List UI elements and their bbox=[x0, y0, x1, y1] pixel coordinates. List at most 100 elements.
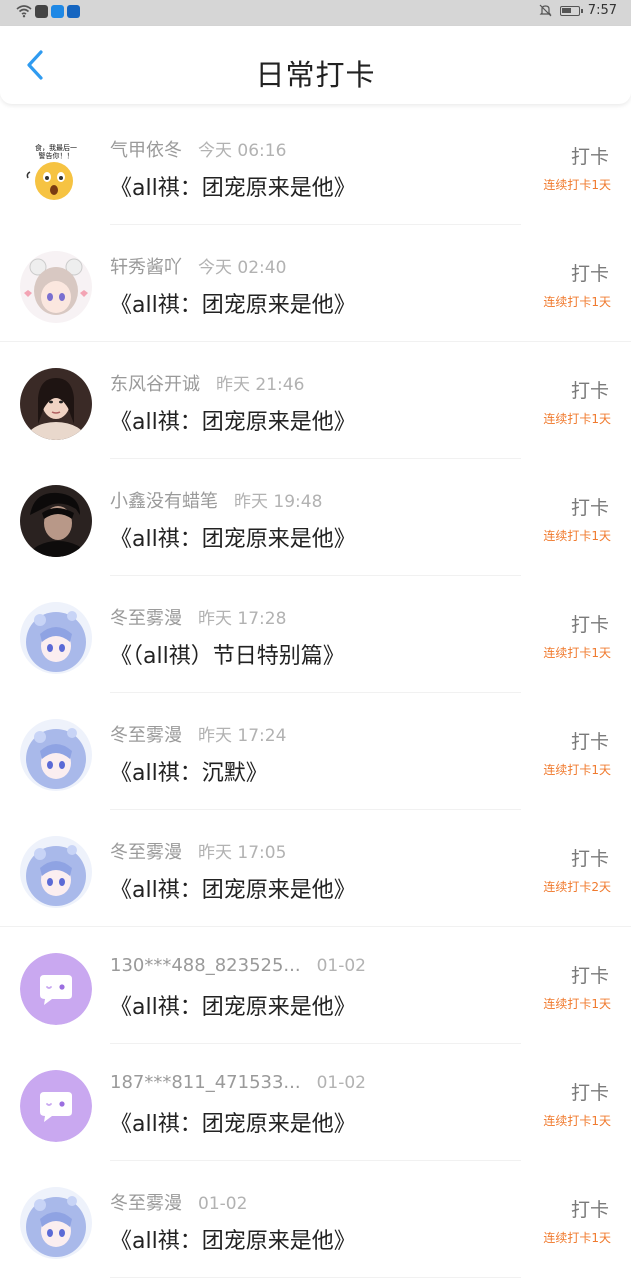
anime-girl-blue-hair-icon bbox=[20, 602, 92, 674]
avatar[interactable] bbox=[20, 1187, 92, 1259]
streak-label: 连续打卡1天 bbox=[543, 763, 611, 777]
username[interactable]: 东风谷开诚 bbox=[110, 374, 200, 395]
list-item[interactable]: 冬至雾漫 昨天 17:28 《（all祺）节日特别篇》 打卡 连续打卡1天 bbox=[0, 576, 631, 693]
username[interactable]: 130***488_823525... bbox=[110, 955, 301, 976]
timestamp: 01-02 bbox=[198, 1194, 248, 1214]
header: 日常打卡 bbox=[0, 26, 631, 104]
user-meta: 冬至雾漫 昨天 17:28 bbox=[110, 604, 286, 630]
mute-icon bbox=[539, 4, 552, 17]
user-meta: 130***488_823525... 01-02 bbox=[110, 955, 366, 976]
streak-label: 连续打卡1天 bbox=[543, 1114, 611, 1128]
book-title[interactable]: 《all祺：团宠原来是他》 bbox=[110, 1223, 356, 1255]
timestamp: 01-02 bbox=[316, 956, 366, 976]
timestamp: 昨天 19:48 bbox=[234, 492, 323, 512]
list-item[interactable]: 冬至雾漫 昨天 17:05 《all祺：团宠原来是他》 打卡 连续打卡2天 bbox=[0, 810, 631, 927]
svg-text:食，我最后一: 食，我最后一 bbox=[35, 143, 77, 152]
user-meta: 轩秀酱吖 今天 02:40 bbox=[110, 253, 286, 279]
user-meta: 冬至雾漫 昨天 17:05 bbox=[110, 838, 286, 864]
user-meta: 冬至雾漫 01-02 bbox=[110, 1189, 247, 1215]
username[interactable]: 冬至雾漫 bbox=[110, 1193, 182, 1214]
book-title[interactable]: 《all祺：团宠原来是他》 bbox=[110, 989, 356, 1021]
app-icon-2 bbox=[51, 5, 64, 18]
list-item[interactable]: 130***488_823525... 01-02 《all祺：团宠原来是他》 打… bbox=[0, 927, 631, 1044]
checkin-label: 打卡 bbox=[570, 380, 609, 402]
avatar[interactable] bbox=[20, 368, 92, 440]
avatar[interactable] bbox=[20, 719, 92, 791]
timestamp: 今天 02:40 bbox=[198, 258, 287, 278]
streak-label: 连续打卡1天 bbox=[543, 529, 611, 543]
user-meta: 气甲依冬 今天 06:16 bbox=[110, 136, 286, 162]
emoji-surprised-icon: 食，我最后一 警告你！！ bbox=[20, 134, 92, 206]
book-title[interactable]: 《（all祺）节日特别篇》 bbox=[110, 638, 345, 670]
checkin-label: 打卡 bbox=[570, 497, 609, 519]
battery-icon bbox=[559, 5, 583, 16]
username[interactable]: 气甲依冬 bbox=[110, 140, 182, 161]
list-item[interactable]: 冬至雾漫 01-02 《all祺：团宠原来是他》 打卡 连续打卡1天 bbox=[0, 1161, 631, 1278]
book-title[interactable]: 《all祺：团宠原来是他》 bbox=[110, 170, 356, 202]
avatar[interactable] bbox=[20, 602, 92, 674]
book-title[interactable]: 《all祺：团宠原来是他》 bbox=[110, 872, 356, 904]
checkin-list: 食，我最后一 警告你！！ 气甲依冬 今天 06:16 《all祺：团宠原来是他》 … bbox=[0, 108, 631, 1278]
username[interactable]: 冬至雾漫 bbox=[110, 725, 182, 746]
anime-girl-white-hair-icon bbox=[20, 251, 92, 323]
timestamp: 昨天 17:05 bbox=[198, 843, 287, 863]
avatar[interactable] bbox=[20, 251, 92, 323]
anime-girl-blue-hair-icon bbox=[20, 836, 92, 908]
streak-label: 连续打卡1天 bbox=[543, 997, 611, 1011]
checkin-label: 打卡 bbox=[570, 1199, 609, 1221]
book-title[interactable]: 《all祺：团宠原来是他》 bbox=[110, 521, 356, 553]
avatar[interactable]: 食，我最后一 警告你！！ bbox=[20, 134, 92, 206]
book-title[interactable]: 《all祺：沉默》 bbox=[110, 755, 268, 787]
user-meta: 东风谷开诚 昨天 21:46 bbox=[110, 370, 304, 396]
app-icon-3 bbox=[67, 5, 80, 18]
book-title[interactable]: 《all祺：团宠原来是他》 bbox=[110, 1106, 356, 1138]
page-title: 日常打卡 bbox=[255, 58, 376, 92]
username[interactable]: 小鑫没有蜡笔 bbox=[110, 491, 218, 512]
checkin-label: 打卡 bbox=[570, 146, 609, 168]
app-icon-1 bbox=[35, 5, 48, 18]
streak-label: 连续打卡1天 bbox=[543, 178, 611, 192]
checkin-label: 打卡 bbox=[570, 848, 609, 870]
wifi-icon bbox=[16, 5, 32, 18]
list-item[interactable]: 冬至雾漫 昨天 17:24 《all祺：沉默》 打卡 连续打卡1天 bbox=[0, 693, 631, 810]
streak-label: 连续打卡1天 bbox=[543, 646, 611, 660]
username[interactable]: 冬至雾漫 bbox=[110, 842, 182, 863]
user-meta: 小鑫没有蜡笔 昨天 19:48 bbox=[110, 487, 322, 513]
avatar[interactable] bbox=[20, 1070, 92, 1142]
checkin-label: 打卡 bbox=[570, 614, 609, 636]
status-right-icons: 7:57 bbox=[539, 3, 617, 18]
timestamp: 昨天 17:24 bbox=[198, 726, 287, 746]
list-item[interactable]: 187***811_471533... 01-02 《all祺：团宠原来是他》 打… bbox=[0, 1044, 631, 1161]
list-item[interactable]: 小鑫没有蜡笔 昨天 19:48 《all祺：团宠原来是他》 打卡 连续打卡1天 bbox=[0, 459, 631, 576]
username[interactable]: 187***811_471533... bbox=[110, 1072, 301, 1093]
anime-girl-blue-hair-icon bbox=[20, 719, 92, 791]
book-title[interactable]: 《all祺：团宠原来是他》 bbox=[110, 404, 356, 436]
timestamp: 昨天 17:28 bbox=[198, 609, 287, 629]
checkin-label: 打卡 bbox=[570, 965, 609, 987]
status-bar: 7:57 bbox=[0, 0, 631, 26]
avatar[interactable] bbox=[20, 485, 92, 557]
divider bbox=[110, 1277, 521, 1278]
status-time: 7:57 bbox=[587, 3, 617, 18]
book-title[interactable]: 《all祺：团宠原来是他》 bbox=[110, 287, 356, 319]
timestamp: 今天 06:16 bbox=[198, 141, 287, 161]
checkin-label: 打卡 bbox=[570, 263, 609, 285]
user-meta: 187***811_471533... 01-02 bbox=[110, 1072, 366, 1093]
avatar[interactable] bbox=[20, 836, 92, 908]
streak-label: 连续打卡1天 bbox=[543, 295, 611, 309]
avatar[interactable] bbox=[20, 953, 92, 1025]
list-item[interactable]: 食，我最后一 警告你！！ 气甲依冬 今天 06:16 《all祺：团宠原来是他》 … bbox=[0, 108, 631, 225]
svg-text:警告你！！: 警告你！！ bbox=[39, 151, 74, 160]
chat-bubble-icon bbox=[20, 953, 92, 1025]
streak-label: 连续打卡1天 bbox=[543, 412, 611, 426]
anime-girl-blue-hair-icon bbox=[20, 1187, 92, 1259]
user-meta: 冬至雾漫 昨天 17:24 bbox=[110, 721, 286, 747]
streak-label: 连续打卡2天 bbox=[543, 880, 611, 894]
photo-girl-icon bbox=[20, 368, 92, 440]
checkin-label: 打卡 bbox=[570, 1082, 609, 1104]
list-item[interactable]: 东风谷开诚 昨天 21:46 《all祺：团宠原来是他》 打卡 连续打卡1天 bbox=[0, 342, 631, 459]
list-item[interactable]: 轩秀酱吖 今天 02:40 《all祺：团宠原来是他》 打卡 连续打卡1天 bbox=[0, 225, 631, 342]
username[interactable]: 冬至雾漫 bbox=[110, 608, 182, 629]
timestamp: 01-02 bbox=[316, 1073, 366, 1093]
username[interactable]: 轩秀酱吖 bbox=[110, 257, 182, 278]
